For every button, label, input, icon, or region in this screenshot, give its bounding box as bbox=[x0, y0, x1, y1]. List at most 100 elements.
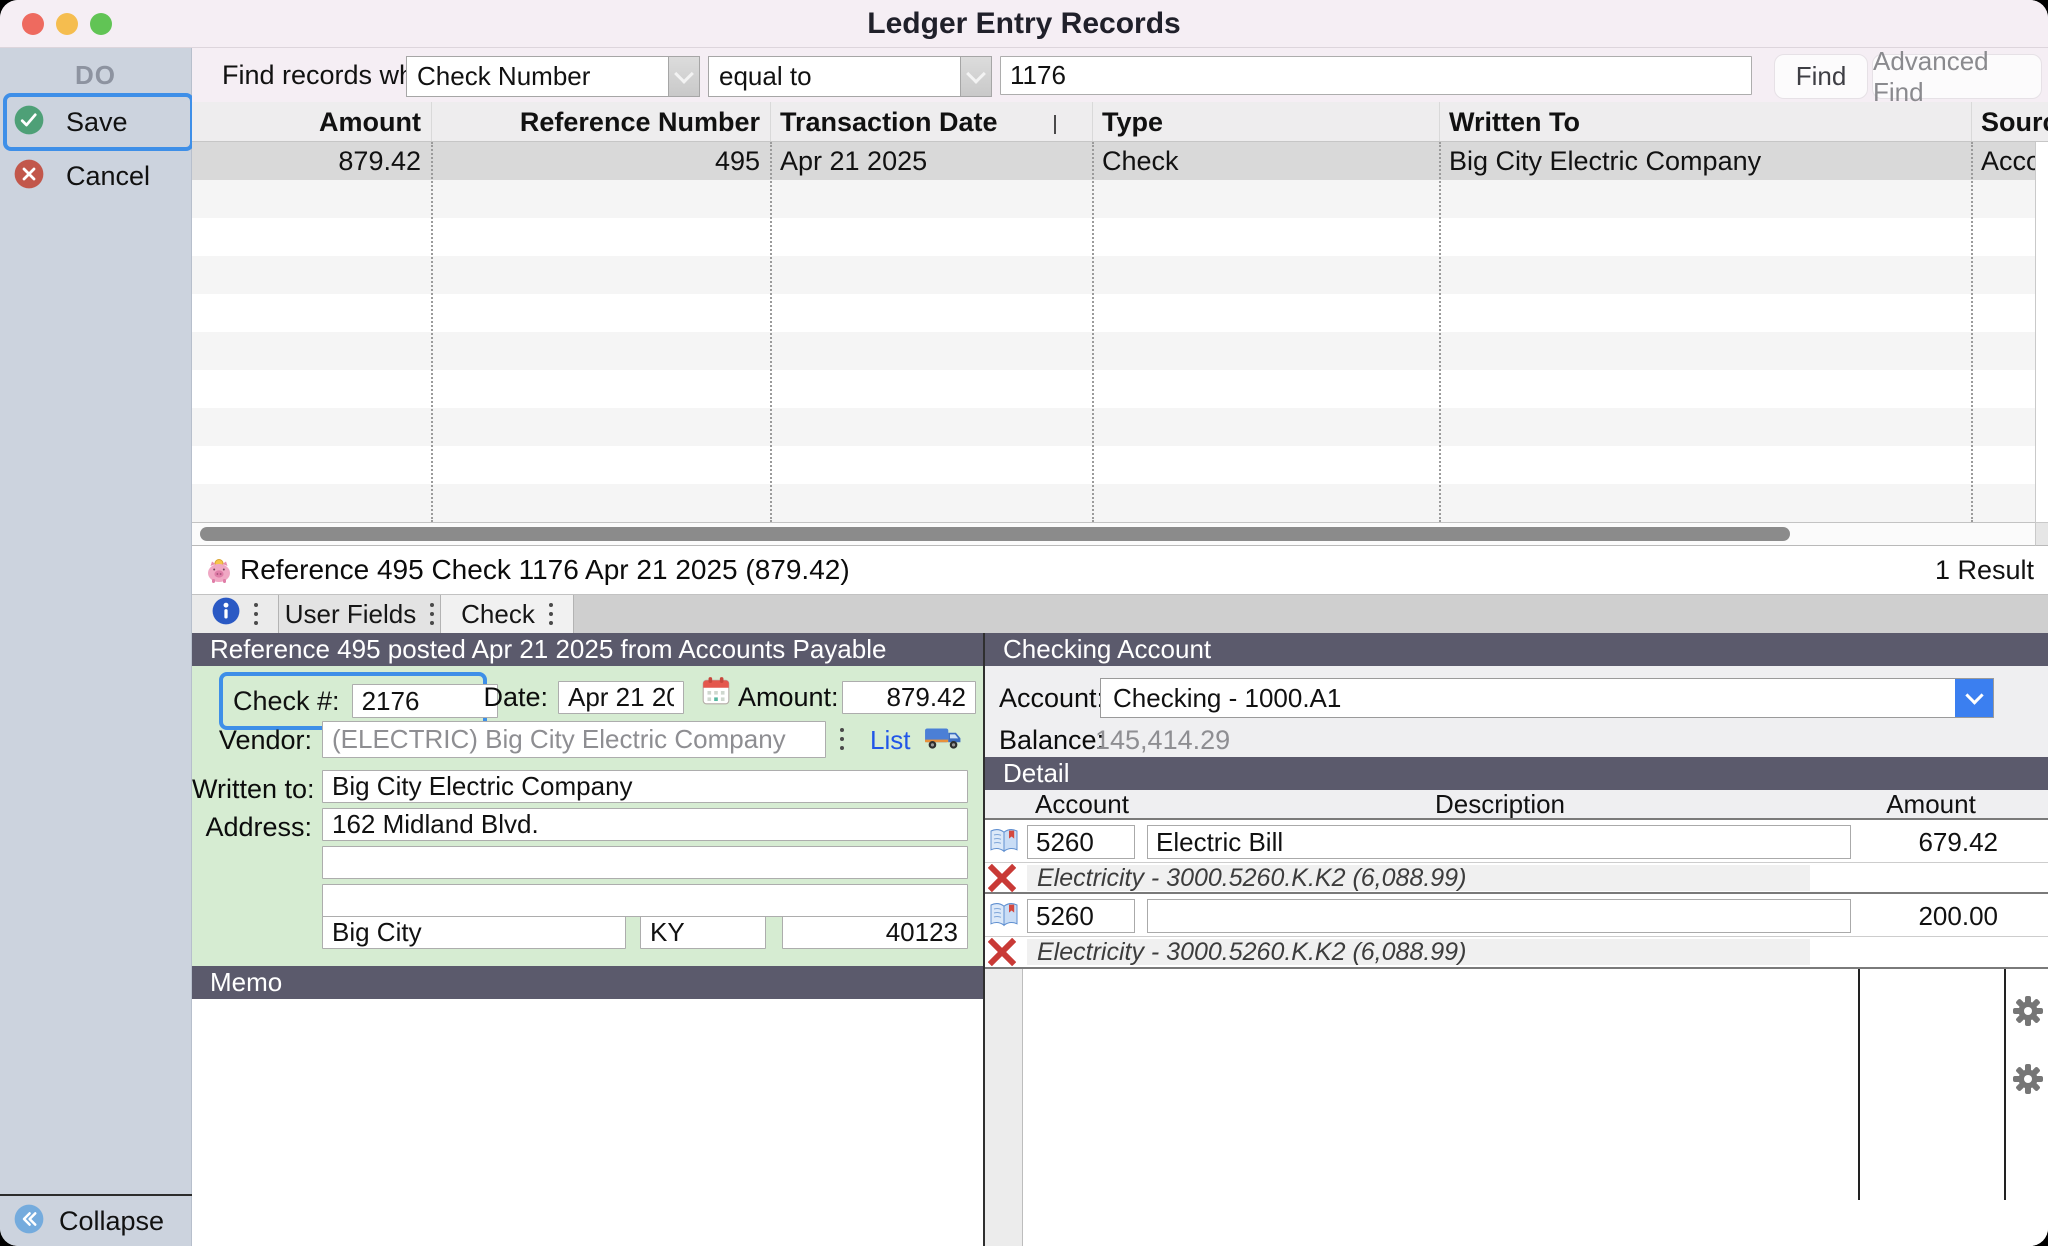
save-button[interactable]: Save bbox=[3, 93, 194, 151]
line-amount-value[interactable]: 200.00 bbox=[1858, 899, 1998, 933]
address-label: Address: bbox=[192, 811, 312, 844]
delete-line-x-icon[interactable] bbox=[988, 938, 1016, 971]
tab-check-label: Check bbox=[461, 599, 535, 630]
written-to-label: Written to: bbox=[192, 773, 312, 806]
find-button[interactable]: Find bbox=[1774, 54, 1868, 99]
table-row-selected[interactable]: 879.42 495 Apr 21 2025 Check Big City El… bbox=[192, 142, 2035, 180]
tab-info[interactable] bbox=[192, 595, 279, 633]
info-icon bbox=[212, 597, 240, 632]
scrollbar-corner bbox=[2035, 522, 2048, 546]
cell-type: Check bbox=[1092, 142, 1439, 180]
cell-written-to: Big City Electric Company bbox=[1439, 142, 1971, 180]
checking-account-panel: Checking Account Account: Checking - 100… bbox=[985, 633, 2048, 1246]
zip-input[interactable] bbox=[782, 916, 968, 949]
records-table-body: 879.42 495 Apr 21 2025 Check Big City El… bbox=[192, 142, 2035, 522]
column-header-reference-number[interactable]: Reference Number bbox=[431, 102, 770, 142]
detail-table-header: Account Description Amount bbox=[985, 790, 2048, 819]
line-amount-value[interactable]: 679.42 bbox=[1858, 825, 1998, 859]
vendor-input[interactable] bbox=[322, 721, 826, 758]
find-operator-dropdown-value: equal to bbox=[709, 57, 960, 96]
city-input[interactable] bbox=[322, 916, 626, 949]
collapse-chevrons-icon bbox=[14, 1204, 44, 1239]
amount-input[interactable] bbox=[842, 681, 976, 714]
line-item-allocation-row: Electricity - 3000.5260.K.K2 (6,088.99) bbox=[985, 862, 2048, 893]
line-allocation-text: Electricity - 3000.5260.K.K2 (6,088.99) bbox=[1027, 939, 1810, 965]
sidebar-header: DO bbox=[0, 60, 191, 91]
written-to-input[interactable] bbox=[322, 770, 968, 803]
account-dropdown[interactable]: Checking - 1000.A1 bbox=[1100, 678, 1994, 718]
tab-menu-dots-icon[interactable] bbox=[549, 603, 553, 625]
horizontal-scrollbar-thumb[interactable] bbox=[200, 527, 1790, 541]
line-item-row[interactable]: 5260 Electric Bill 679.42 bbox=[985, 818, 2048, 864]
tab-menu-dots-icon[interactable] bbox=[430, 603, 434, 625]
gear-icon[interactable] bbox=[2011, 1062, 2045, 1096]
cancel-button[interactable]: Cancel bbox=[7, 154, 183, 198]
column-header-transaction-date[interactable]: Transaction Date bbox=[770, 102, 1092, 142]
detail-column-account: Account bbox=[1022, 790, 1142, 818]
gear-icon[interactable] bbox=[2011, 994, 2045, 1028]
form-section-header: Reference 495 posted Apr 21 2025 from Ac… bbox=[192, 633, 983, 666]
find-operator-dropdown[interactable]: equal to bbox=[708, 56, 992, 97]
result-bar: Reference 495 Check 1176 Apr 21 2025 (87… bbox=[192, 546, 2048, 594]
tab-user-fields[interactable]: User Fields bbox=[279, 595, 441, 633]
checking-account-header: Checking Account bbox=[985, 633, 2048, 666]
account-dropdown-chevron-icon bbox=[1955, 679, 1993, 717]
line-account-input[interactable]: 5260 bbox=[1027, 899, 1135, 933]
account-label: Account: bbox=[999, 682, 1104, 715]
sidebar: DO Save Cancel Collapse bbox=[0, 48, 192, 1246]
check-number-input[interactable] bbox=[352, 684, 498, 718]
vendor-list-link[interactable]: List bbox=[870, 725, 910, 756]
vendor-label: Vendor: bbox=[192, 724, 312, 757]
tab-user-fields-label: User Fields bbox=[285, 599, 416, 630]
date-label: Date: bbox=[480, 681, 548, 714]
sort-chevron-icon bbox=[1054, 115, 1056, 133]
save-button-label: Save bbox=[66, 107, 128, 138]
line-item-row[interactable]: 5260 200.00 bbox=[985, 892, 2048, 938]
line-description-input[interactable] bbox=[1147, 899, 1851, 933]
calendar-icon[interactable] bbox=[700, 675, 732, 712]
cell-date: Apr 21 2025 bbox=[770, 142, 1092, 180]
cancel-x-icon bbox=[14, 159, 44, 194]
column-header-type[interactable]: Type bbox=[1092, 102, 1439, 142]
line-account-input[interactable]: 5260 bbox=[1027, 825, 1135, 859]
date-input[interactable] bbox=[558, 681, 684, 714]
cell-amount: 879.42 bbox=[192, 142, 431, 180]
address-line3-input[interactable] bbox=[322, 884, 968, 917]
vendor-menu-dots-icon[interactable] bbox=[840, 728, 844, 750]
vertical-scrollbar-track[interactable] bbox=[2035, 142, 2048, 522]
column-header-written-to[interactable]: Written To bbox=[1439, 102, 1971, 142]
balance-label: Balance: bbox=[999, 724, 1104, 757]
column-header-amount[interactable]: Amount bbox=[192, 102, 431, 142]
column-header-source[interactable]: Source bbox=[1971, 102, 2048, 142]
account-dropdown-value: Checking - 1000.A1 bbox=[1101, 679, 1955, 717]
address-line2-input[interactable] bbox=[322, 846, 968, 879]
find-query-input[interactable] bbox=[1000, 56, 1752, 95]
tab-check[interactable]: Check bbox=[441, 595, 574, 633]
detail-table: Account Description Amount 5260 Electric… bbox=[985, 790, 2048, 1246]
advanced-find-button[interactable]: Advanced Find bbox=[1872, 54, 2042, 99]
ledger-book-icon[interactable] bbox=[988, 827, 1020, 860]
result-count: 1 Result bbox=[1935, 546, 2034, 594]
memo-body[interactable] bbox=[192, 999, 983, 1246]
app-window: Ledger Entry Records DO Save Cancel Coll… bbox=[0, 0, 2048, 1246]
state-input[interactable] bbox=[640, 916, 766, 949]
check-number-label: Check #: bbox=[233, 686, 340, 717]
cell-reference: 495 bbox=[431, 142, 770, 180]
find-field-dropdown-value: Check Number bbox=[407, 57, 668, 96]
dropdown-chevron-icon bbox=[668, 57, 699, 96]
title-bar: Ledger Entry Records bbox=[0, 0, 2048, 48]
horizontal-scrollbar-track[interactable] bbox=[192, 522, 2035, 546]
dropdown-chevron-icon bbox=[960, 57, 991, 96]
cell-source: Accounts Payable bbox=[1971, 142, 2035, 180]
line-description-input[interactable]: Electric Bill bbox=[1147, 825, 1851, 859]
truck-icon[interactable] bbox=[924, 723, 962, 758]
check-form-panel: Reference 495 posted Apr 21 2025 from Ac… bbox=[192, 633, 985, 1246]
ledger-book-icon[interactable] bbox=[988, 901, 1020, 934]
check-form-fields: Check #: Date: Amount: Vendor: List bbox=[192, 666, 983, 966]
memo-section-header: Memo bbox=[192, 966, 983, 999]
tab-menu-dots-icon[interactable] bbox=[254, 603, 258, 625]
collapse-button[interactable]: Collapse bbox=[0, 1196, 192, 1246]
checking-account-body: Account: Checking - 1000.A1 Balance: 145… bbox=[985, 666, 2048, 757]
find-field-dropdown[interactable]: Check Number bbox=[406, 56, 700, 97]
address-line1-input[interactable] bbox=[322, 808, 968, 841]
